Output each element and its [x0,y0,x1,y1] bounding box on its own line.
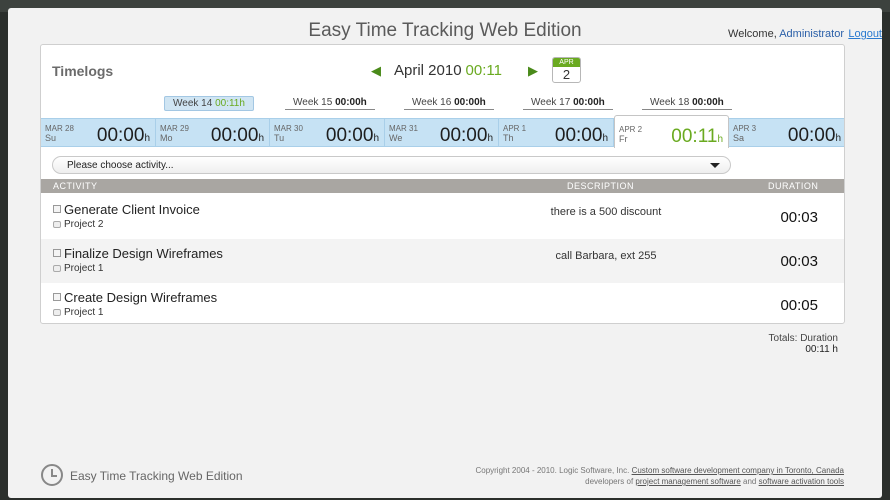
week-tab-16[interactable]: Week 16 00:00h [404,96,494,110]
day-tab-mar31[interactable]: MAR 31 We 00:00h [385,119,499,147]
right-arrow-icon[interactable]: ▶ [528,63,538,79]
table-row[interactable]: Generate Client Invoice Project 2 there … [41,195,844,239]
day-tab-mar30[interactable]: MAR 30 Tu 00:00h [270,119,385,147]
column-description: DESCRIPTION [567,181,635,191]
column-duration: DURATION [768,181,819,191]
day-tab-apr2[interactable]: APR 2 Fr 00:11h [614,115,729,148]
app-window: Easy Time Tracking Web Edition Welcome, … [8,8,882,498]
day-bar: MAR 28 Su 00:00h MAR 29 Mo 00:00h MAR 30 Tu… [41,115,844,148]
user-name: Administrator [779,28,844,40]
totals: Totals: Duration 00:11 h [769,333,838,355]
week-tab-14[interactable]: Week 14 00:11h [164,96,254,111]
activity-duration: 00:03 [780,209,818,226]
and-text: and [743,477,757,486]
table-row[interactable]: Finalize Design Wireframes Project 1 cal… [41,239,844,283]
custom-software-link[interactable]: Custom software development company in T… [632,466,844,475]
day-tab-mar28[interactable]: MAR 28 Su 00:00h [41,119,156,147]
project-name: Project 1 [64,307,104,318]
developers-of-text: developers of [585,477,634,486]
month-display: April 2010 00:11 [394,62,502,79]
folder-icon [53,265,61,272]
panel-title: Timelogs [52,63,114,79]
chevron-down-icon [710,163,720,168]
activity-name: Create Design Wireframes [64,290,218,305]
footer-app-name: Easy Time Tracking Web Edition [70,469,243,483]
calendar-icon[interactable]: APR 2 [552,57,581,83]
folder-icon [53,309,61,316]
table-header: ACTIVITY DESCRIPTION DURATION [41,179,844,193]
day-tab-apr1[interactable]: APR 1 Th 00:00h [499,119,614,147]
activity-icon [53,249,61,257]
activity-name: Generate Client Invoice [64,202,200,217]
copyright-text: Copyright 2004 - 2010. Logic Software, I… [475,466,630,475]
activity-description: call Barbara, ext 255 [555,250,657,262]
activity-icon [53,293,61,301]
activity-icon [53,205,61,213]
welcome-text: Welcome, Administrator [728,28,844,40]
totals-value: 00:11 h [805,344,838,355]
day-tab-mar29[interactable]: MAR 29 Mo 00:00h [156,119,270,147]
copyright: Copyright 2004 - 2010. Logic Software, I… [475,465,844,487]
project-name: Project 1 [64,263,104,274]
month-total: 00:11 [465,62,502,79]
welcome-label: Welcome, [728,28,777,40]
logout-link[interactable]: Logout [848,28,882,40]
day-tab-apr3[interactable]: APR 3 Sa 00:00h [729,119,844,147]
project-management-link[interactable]: project management software [635,477,740,486]
project-name: Project 2 [64,219,104,230]
week-tab-15[interactable]: Week 15 00:00h [285,96,375,110]
month-label: April 2010 [394,62,462,79]
folder-icon [53,221,61,228]
calendar-month: APR [553,58,580,67]
activation-tools-link[interactable]: software activation tools [759,477,844,486]
week-tab-18[interactable]: Week 18 00:00h [642,96,732,110]
totals-label: Totals: Duration [768,333,838,344]
activity-description: there is a 500 discount [550,206,662,218]
activity-select-label: Please choose activity... [67,160,174,171]
activity-select[interactable]: Please choose activity... [52,156,731,174]
calendar-day: 2 [562,67,571,82]
column-activity: ACTIVITY [53,181,98,191]
left-arrow-icon[interactable]: ◀ [371,63,381,79]
activity-duration: 00:05 [780,297,818,314]
activity-name: Finalize Design Wireframes [64,246,223,261]
table-row[interactable]: Create Design Wireframes Project 1 00:05 [41,283,844,323]
activity-duration: 00:03 [780,253,818,270]
timelogs-panel: Timelogs ◀ April 2010 00:11 ▶ APR 2 Week … [40,44,845,324]
week-tab-17[interactable]: Week 17 00:00h [523,96,613,110]
clock-icon [41,464,63,486]
